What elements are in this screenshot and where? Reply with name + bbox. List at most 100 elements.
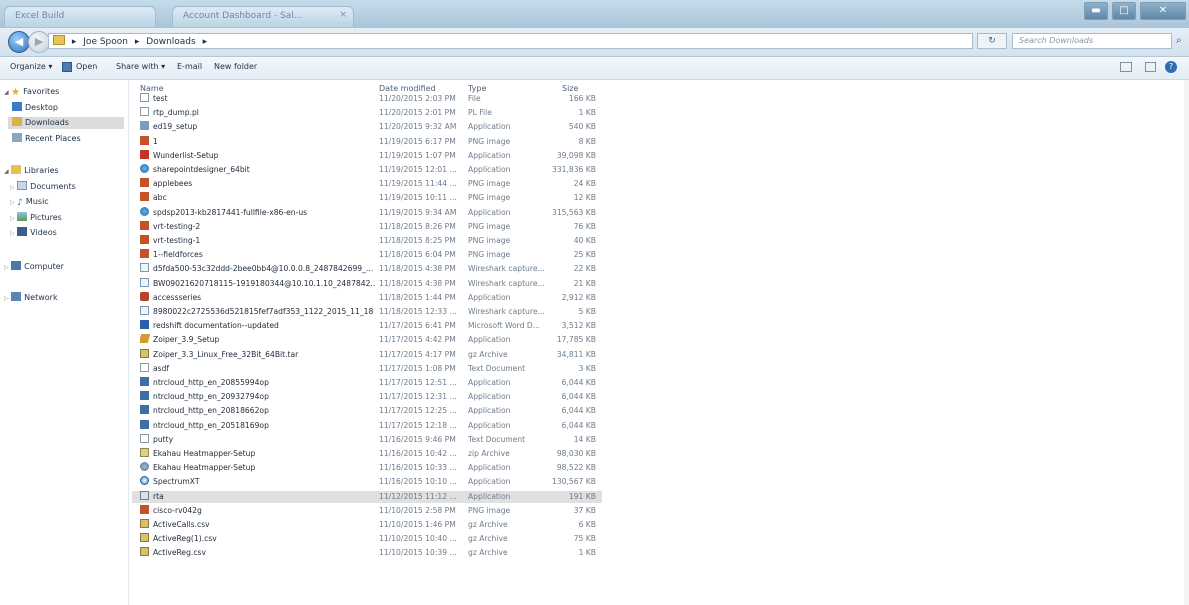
file-row[interactable]: ActiveReg(1).csv 11/10/2015 10:40 ... gz A…	[132, 533, 602, 545]
file-row[interactable]: sharepointdesigner_64bit 11/19/2015 12:01…	[132, 164, 602, 176]
file-row[interactable]: applebees 11/19/2015 11:44 ... PNG image 24…	[132, 178, 602, 190]
file-date-modified: 11/10/2015 2:58 PM	[379, 505, 456, 515]
new-folder-button[interactable]: New folder	[214, 62, 257, 71]
column-header-name[interactable]: Name	[140, 84, 164, 93]
open-button[interactable]: Open	[76, 62, 97, 71]
vertical-scrollbar[interactable]	[1184, 80, 1189, 605]
file-row[interactable]: ActiveReg.csv 11/10/2015 10:39 ... gz Arch…	[132, 547, 602, 559]
browser-tab[interactable]: Account Dashboard - Sal... ×	[172, 6, 354, 27]
recent-places-icon	[12, 133, 22, 142]
file-row[interactable]: test 11/20/2015 2:03 PM File 166 KB	[132, 93, 602, 105]
file-row[interactable]: ntrcloud_http_en_20932794op 11/17/2015 12…	[132, 391, 602, 403]
file-row[interactable]: spdsp2013-kb2817441-fullfile-x86-en-us 11…	[132, 206, 602, 219]
search-icon[interactable]: ⌕	[1176, 35, 1182, 46]
refresh-button[interactable]: ↻	[977, 33, 1007, 49]
taskbar-tab-excel[interactable]: Excel Build	[4, 6, 156, 27]
file-row[interactable]: 1--fieldforces 11/18/2015 6:04 PM PNG imag…	[132, 249, 602, 261]
file-size: 191 KB	[568, 491, 596, 501]
tab-close-icon[interactable]: ×	[339, 10, 347, 20]
csv-file-icon	[140, 519, 149, 528]
file-size: 37 KB	[573, 505, 596, 515]
file-row[interactable]: ntrcloud_http_en_20818662op 11/17/2015 12…	[132, 405, 602, 417]
file-name-text: cisco-rv042g	[153, 505, 202, 515]
file-row[interactable]: rta 11/12/2015 11:12 ... Application 191 KB	[132, 490, 602, 503]
sidebar-item-favorites[interactable]: ◢ ★ Favorites	[4, 86, 59, 98]
minimize-button[interactable]: ▬	[1084, 2, 1108, 20]
column-header-size[interactable]: Size	[562, 84, 578, 93]
file-row[interactable]: ed19_setup 11/20/2015 9:32 AM Application 5…	[132, 121, 602, 133]
collapsed-arrow-icon: ▷	[4, 295, 9, 302]
column-header-type[interactable]: Type	[468, 84, 486, 93]
help-icon[interactable]: ?	[1165, 61, 1177, 73]
file-row[interactable]: SpectrumXT 11/16/2015 10:10 ... Applicatio…	[132, 476, 602, 488]
window-titlebar: Excel Build Account Dashboard - Sal... ×…	[0, 0, 1189, 28]
file-size: 17,785 KB	[556, 335, 596, 345]
sidebar-item-recent-places[interactable]: Recent Places	[12, 133, 120, 145]
file-date-modified: 11/17/2015 4:17 PM	[379, 349, 456, 359]
file-type: Application	[468, 292, 511, 302]
close-button[interactable]: ✕	[1140, 2, 1186, 20]
view-options-icon[interactable]	[1120, 62, 1132, 72]
file-name-text: vrt-testing-1	[153, 236, 201, 245]
file-name-text: Ekahau Heatmapper-Setup	[153, 463, 256, 473]
forward-button[interactable]: ▶	[28, 31, 50, 53]
search-input[interactable]: Search Downloads	[1012, 33, 1172, 49]
file-date-modified: 11/16/2015 9:46 PM	[379, 434, 456, 444]
sidebar-item-videos[interactable]: ▷ Videos	[10, 227, 57, 239]
sidebar-item-network[interactable]: ▷ Network	[4, 292, 58, 304]
file-row[interactable]: Wunderlist-Setup 11/19/2015 1:07 PM Applic…	[132, 149, 602, 162]
file-name: rtp_dump.pl	[140, 107, 375, 119]
file-size: 331,836 KB	[551, 165, 596, 174]
file-row[interactable]: accessseries 11/18/2015 1:44 PM Applicatio…	[132, 291, 602, 304]
file-row[interactable]: cisco-rv042g 11/10/2015 2:58 PM PNG image 3…	[132, 504, 602, 517]
share-with-button[interactable]: Share with ▾	[116, 62, 165, 71]
file-row[interactable]: vrt-testing-1 11/18/2015 8:25 PM PNG image…	[132, 235, 602, 247]
file-date-modified: 11/19/2015 6:17 PM	[379, 136, 456, 146]
file-name: sharepointdesigner_64bit	[140, 164, 375, 176]
file-row[interactable]: Zoiper_3.3_Linux_Free_32Bit_64Bit.tar 11/…	[132, 348, 602, 361]
file-type: File	[468, 94, 481, 103]
file-row[interactable]: ActiveCalls.csv 11/10/2015 1:46 PM gz Arch…	[132, 519, 602, 531]
network-icon	[11, 292, 22, 301]
maximize-button[interactable]: □	[1112, 2, 1136, 20]
breadcrumb-item-user[interactable]: Joe Spoon	[83, 37, 128, 47]
sidebar-item-pictures[interactable]: ▷ Pictures	[10, 212, 62, 224]
sidebar-label: Downloads	[25, 118, 69, 127]
file-row[interactable]: asdf 11/17/2015 1:08 PM Text Document 3 KB	[132, 362, 602, 375]
file-row[interactable]: BW09021620718115-1919180344@10.10.1.10_2…	[132, 277, 602, 290]
address-bar: ◀ ▶ ▸ Joe Spoon ▸ Downloads ▸ ↻ Search D…	[0, 28, 1189, 57]
file-row[interactable]: Ekahau Heatmapper-Setup 11/16/2015 10:42 …	[132, 448, 602, 460]
file-name: ActiveReg.csv	[140, 547, 375, 559]
breadcrumb[interactable]: ▸ Joe Spoon ▸ Downloads ▸	[48, 33, 973, 49]
preview-pane-icon[interactable]	[1145, 62, 1156, 72]
file-row[interactable]: abc 11/19/2015 10:11 ... PNG image 12 KB	[132, 192, 602, 204]
file-row[interactable]: ntrcloud_http_en_20855994op 11/17/2015 12…	[132, 377, 602, 389]
file-name: Wunderlist-Setup	[140, 149, 375, 162]
column-header-date[interactable]: Date modified	[379, 84, 436, 93]
file-row[interactable]: redshift documentation--updated 11/17/201…	[132, 320, 602, 332]
file-row[interactable]: Ekahau Heatmapper-Setup 11/16/2015 10:33 …	[132, 462, 602, 474]
file-date-modified: 11/18/2015 4:38 PM	[379, 264, 456, 274]
sidebar-item-documents[interactable]: ▷ Documents	[10, 181, 76, 193]
file-row[interactable]: 8980022c2725536d521815fef7adf353_1122_20…	[132, 306, 602, 318]
file-date-modified: 11/16/2015 10:42 ...	[379, 449, 457, 458]
file-row[interactable]: putty 11/16/2015 9:46 PM Text Document 14 K…	[132, 433, 602, 446]
file-row[interactable]: Zoiper_3.9_Setup 11/17/2015 4:42 PM Applic…	[132, 334, 602, 346]
file-row[interactable]: d5fda500-53c32ddd-2bee0bb4@10.0.0.8_2487…	[132, 263, 602, 275]
sidebar-item-music[interactable]: ▷ ♪ Music	[10, 196, 49, 208]
sidebar-item-desktop[interactable]: Desktop	[12, 102, 120, 114]
file-row[interactable]: rtp_dump.pl 11/20/2015 2:01 PM PL File 1 KB	[132, 107, 602, 119]
back-button[interactable]: ◀	[8, 31, 30, 53]
file-row[interactable]: vrt-testing-2 11/18/2015 8:26 PM PNG image…	[132, 220, 602, 233]
sidebar-item-libraries[interactable]: ◢ Libraries	[4, 165, 59, 177]
email-button[interactable]: E-mail	[177, 62, 202, 71]
file-row[interactable]: ntrcloud_http_en_20518169op 11/17/2015 12…	[132, 419, 602, 432]
breadcrumb-item-downloads[interactable]: Downloads	[146, 37, 195, 47]
file-type: gz Archive	[468, 548, 508, 558]
ekc-file-icon	[140, 462, 149, 472]
sidebar-item-downloads[interactable]: Downloads	[8, 117, 124, 129]
sidebar-item-computer[interactable]: ▷ Computer	[4, 261, 64, 273]
file-row[interactable]: 1 11/19/2015 6:17 PM PNG image 8 KB	[132, 135, 602, 148]
organize-button[interactable]: Organize ▾	[10, 62, 52, 71]
breadcrumb-separator-icon: ▸	[202, 37, 208, 47]
